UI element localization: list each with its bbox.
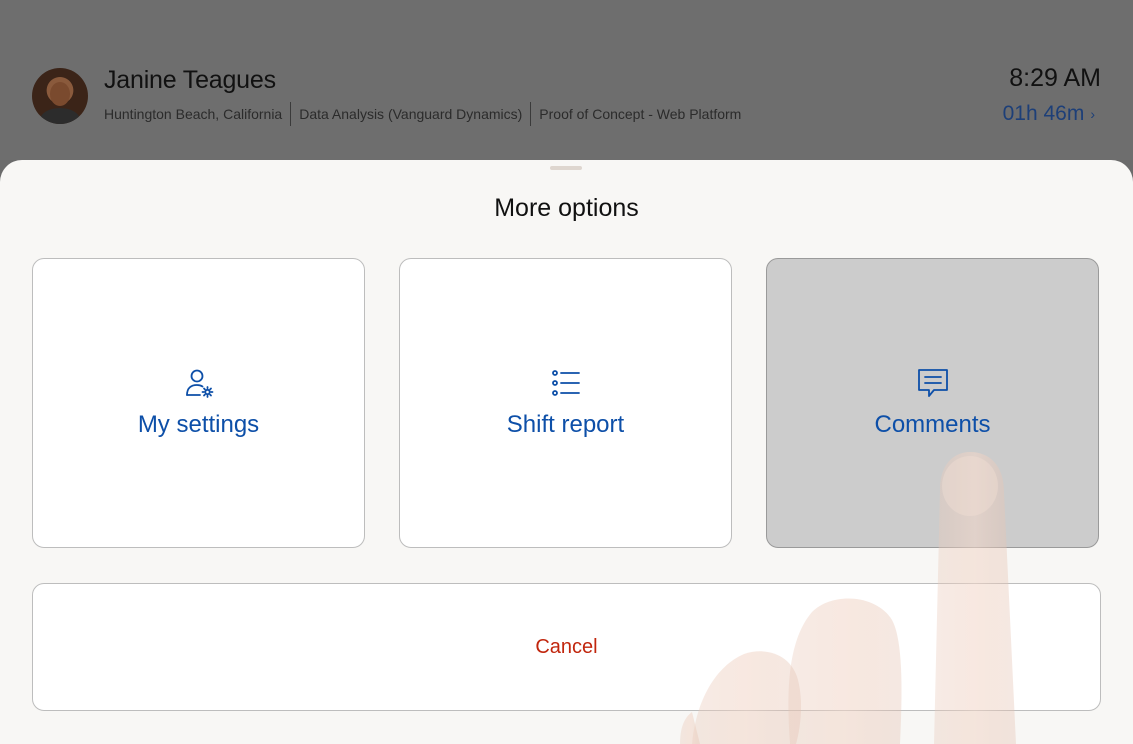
meta-divider bbox=[530, 102, 532, 126]
list-icon bbox=[551, 370, 580, 396]
comments-button[interactable]: Comments bbox=[766, 258, 1099, 548]
employee-header: Janine Teagues Huntington Beach, Califor… bbox=[0, 0, 1133, 160]
comments-label: Comments bbox=[874, 411, 991, 438]
team-text: Data Analysis (Vanguard Dynamics) bbox=[299, 106, 523, 122]
my-settings-label: My settings bbox=[137, 411, 260, 438]
location-text: Huntington Beach, California bbox=[104, 106, 283, 122]
employee-meta: Huntington Beach, California Data Analys… bbox=[104, 102, 741, 126]
project-text: Proof of Concept - Web Platform bbox=[539, 106, 742, 122]
sheet-grabber[interactable] bbox=[550, 166, 582, 170]
avatar-face bbox=[50, 82, 70, 106]
current-time: 8:29 AM bbox=[1009, 64, 1101, 92]
my-settings-button[interactable]: My settings bbox=[32, 258, 365, 548]
user-name: Janine Teagues bbox=[104, 66, 276, 94]
shift-report-button[interactable]: Shift report bbox=[399, 258, 732, 548]
user-settings-icon bbox=[185, 369, 213, 398]
cancel-button[interactable]: Cancel bbox=[32, 583, 1101, 711]
avatar-shoulders bbox=[40, 108, 80, 124]
chevron-right-icon: › bbox=[1090, 106, 1095, 122]
cancel-label: Cancel bbox=[535, 636, 598, 658]
sheet-title: More options bbox=[494, 194, 639, 222]
meta-divider bbox=[290, 102, 292, 126]
more-options-sheet: More options My settings Shift report Co… bbox=[0, 160, 1133, 744]
elapsed-time-link[interactable]: 01h 46m › bbox=[1003, 102, 1095, 126]
elapsed-time: 01h 46m bbox=[1002, 102, 1085, 125]
shift-report-label: Shift report bbox=[506, 411, 625, 438]
avatar bbox=[32, 68, 88, 124]
comment-icon bbox=[917, 369, 948, 397]
